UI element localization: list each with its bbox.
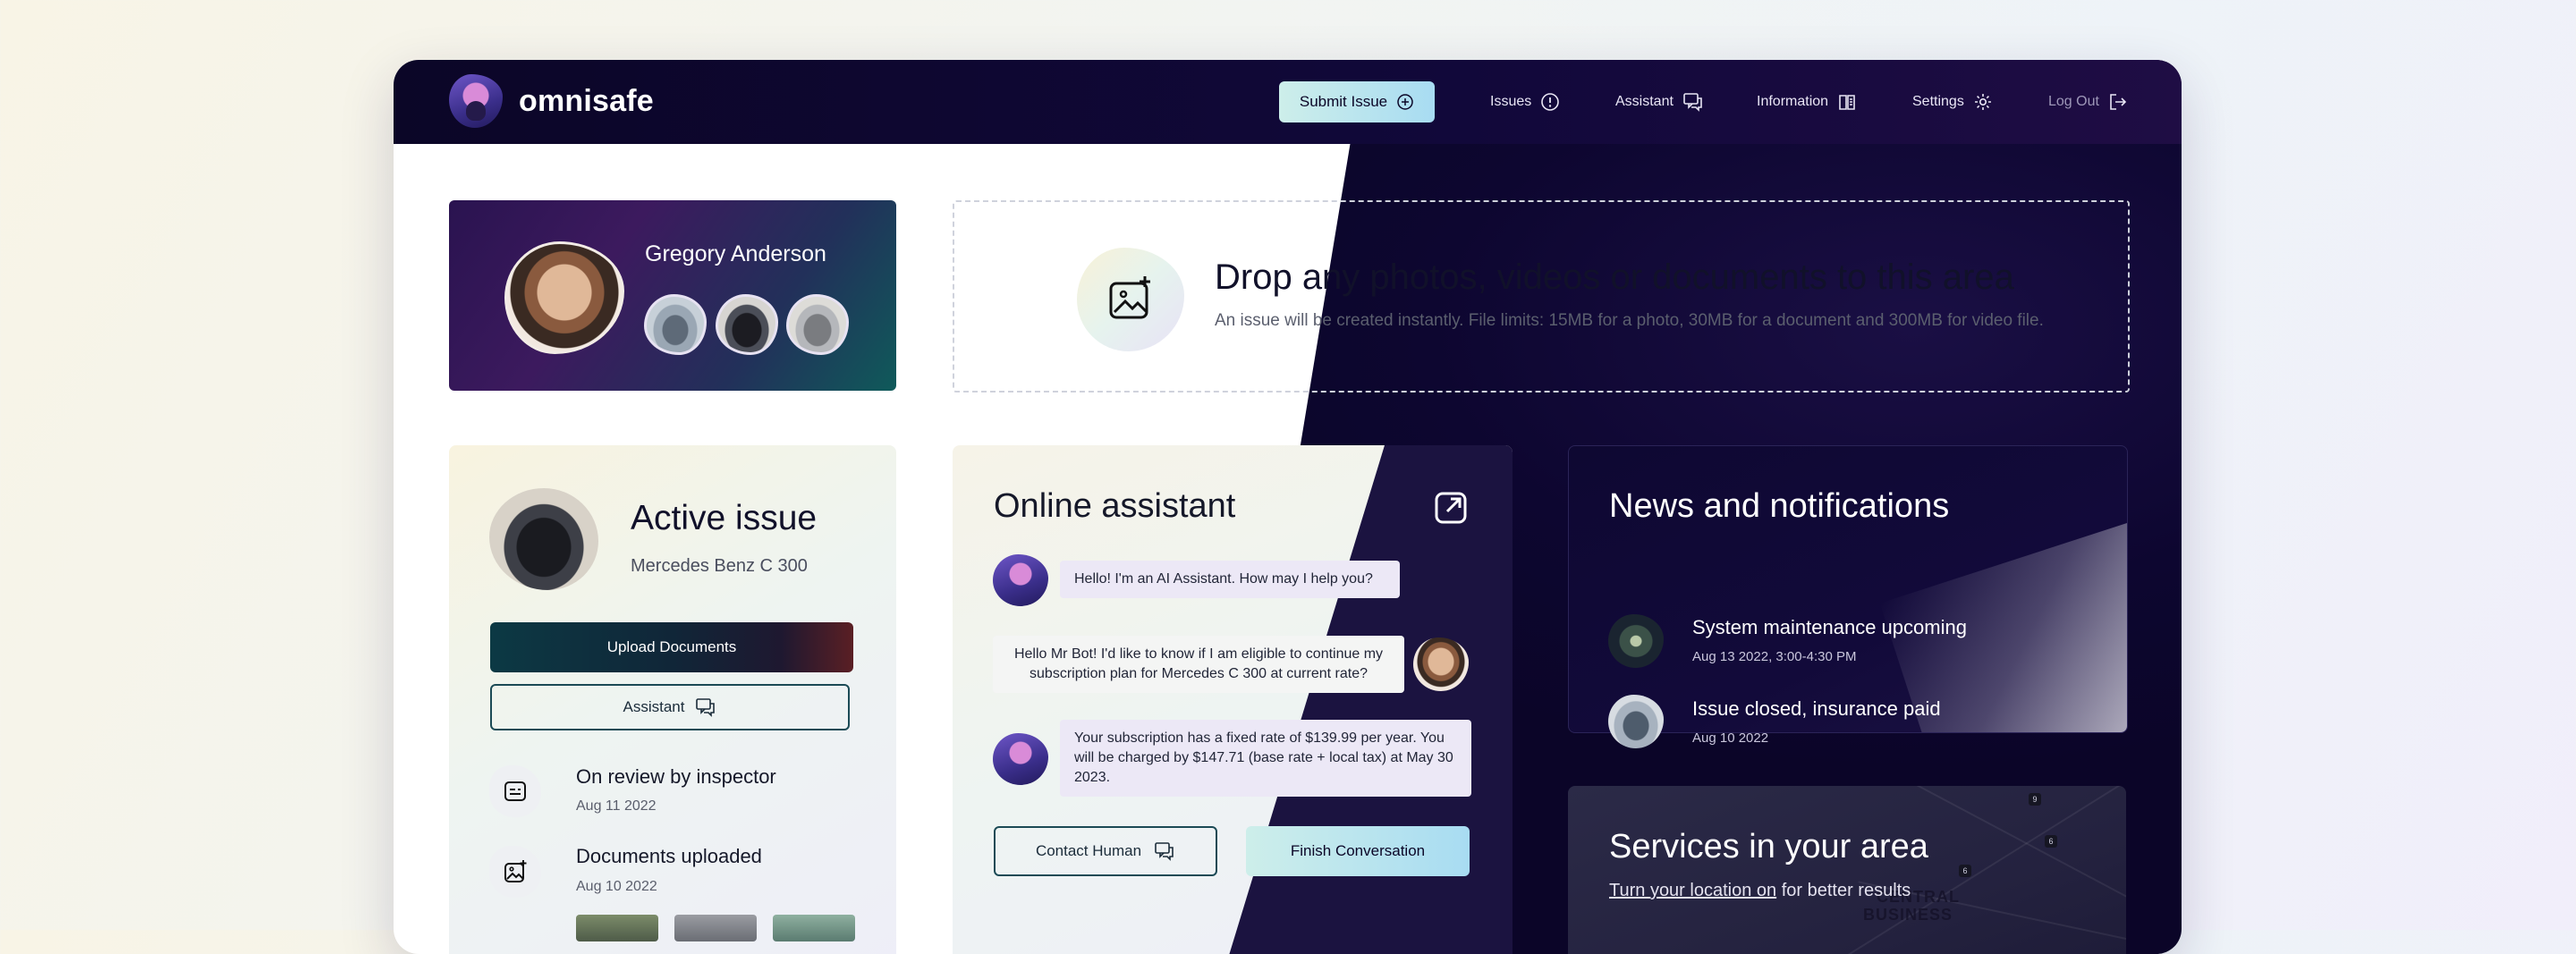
vehicle-thumbnail[interactable] bbox=[786, 294, 849, 355]
user-avatar bbox=[504, 241, 624, 354]
finish-conversation-button[interactable]: Finish Conversation bbox=[1246, 826, 1470, 876]
nav-item-assistant[interactable]: Assistant bbox=[1615, 81, 1704, 122]
services-card: 9 6 6 CENTRAL BUSINESS bbox=[1568, 786, 2126, 954]
nav-item-settings[interactable]: Settings bbox=[1912, 81, 1993, 122]
review-icon bbox=[489, 765, 541, 817]
nav-item-label: Assistant bbox=[1615, 94, 1674, 109]
open-assistant-button[interactable]: Assistant bbox=[490, 684, 850, 730]
file-drop-zone[interactable]: Drop any photos, videos or documents to … bbox=[953, 200, 2130, 393]
nav-item-logout[interactable]: Log Out bbox=[2048, 81, 2128, 122]
dropzone-title: Drop any photos, videos or documents to … bbox=[1215, 257, 2014, 297]
assistant-button-label: Assistant bbox=[623, 698, 685, 715]
gear-icon bbox=[1973, 92, 1993, 112]
submit-issue-button[interactable]: Submit Issue bbox=[1279, 81, 1435, 122]
news-item-title[interactable]: System maintenance upcoming bbox=[1692, 616, 1967, 639]
services-title: Services in your area bbox=[1609, 828, 1928, 865]
timeline-item-date: Aug 11 2022 bbox=[576, 798, 657, 814]
app-window: omnisafe Submit Issue Issues Assistant I… bbox=[394, 60, 2182, 954]
chat-message-bot: Your subscription has a fixed rate of $1… bbox=[1060, 720, 1471, 797]
nav-item-label: Settings bbox=[1912, 94, 1964, 109]
profile-card[interactable]: Gregory Anderson bbox=[449, 200, 896, 391]
dropzone-subtitle: An issue will be created instantly. File… bbox=[1215, 311, 2044, 330]
image-upload-icon bbox=[489, 846, 541, 898]
map-pin-icon: 6 bbox=[2045, 835, 2057, 848]
services-subtitle: Turn your location on for better results bbox=[1609, 881, 1911, 901]
vehicle-thumbnail[interactable] bbox=[716, 294, 778, 355]
timeline-item-title: Documents uploaded bbox=[576, 845, 762, 867]
logout-icon bbox=[2108, 92, 2128, 112]
map-pin-icon: 9 bbox=[2029, 793, 2041, 806]
active-issue-title: Active issue bbox=[631, 499, 818, 537]
contact-human-button[interactable]: Contact Human bbox=[994, 826, 1217, 876]
timeline-item-title: On review by inspector bbox=[576, 765, 776, 788]
nav-item-label: Information bbox=[1757, 94, 1829, 109]
chat-message-bot: Hello! I'm an AI Assistant. How may I he… bbox=[1060, 561, 1400, 598]
chat-message-user: Hello Mr Bot! I'd like to know if I am e… bbox=[993, 636, 1404, 693]
profile-name: Gregory Anderson bbox=[645, 241, 826, 266]
chat-icon bbox=[1154, 841, 1175, 861]
alert-circle-icon bbox=[1540, 92, 1560, 112]
plus-circle-icon bbox=[1396, 93, 1414, 111]
nav-item-label: Log Out bbox=[2048, 94, 2099, 109]
book-icon bbox=[1837, 92, 1857, 112]
document-thumbnail[interactable] bbox=[576, 915, 658, 941]
nav-item-label: Issues bbox=[1490, 94, 1532, 109]
submit-issue-label: Submit Issue bbox=[1299, 93, 1388, 110]
chat-icon bbox=[1682, 92, 1704, 112]
map-pin-icon: 6 bbox=[1959, 865, 1971, 877]
news-item-date: Aug 13 2022, 3:00-4:30 PM bbox=[1692, 649, 1857, 664]
nav-item-information[interactable]: Information bbox=[1757, 81, 1857, 122]
turn-location-on-link[interactable]: Turn your location on bbox=[1609, 881, 1776, 900]
top-navigation-bar: omnisafe Submit Issue Issues Assistant I… bbox=[394, 60, 2182, 144]
assistant-title: Online assistant bbox=[994, 487, 1236, 525]
upload-documents-button[interactable]: Upload Documents bbox=[490, 622, 853, 672]
services-suffix: for better results bbox=[1776, 881, 1911, 900]
contact-human-label: Contact Human bbox=[1035, 842, 1142, 859]
map-label: BUSINESS bbox=[1863, 906, 1953, 924]
document-thumbnail[interactable] bbox=[674, 915, 757, 941]
document-thumbnail[interactable] bbox=[773, 915, 855, 941]
external-link-icon[interactable] bbox=[1433, 490, 1469, 530]
image-upload-icon bbox=[1077, 248, 1184, 351]
timeline-item-date: Aug 10 2022 bbox=[576, 879, 657, 894]
active-issue-card: Active issue Mercedes Benz C 300 Upload … bbox=[449, 445, 896, 954]
vehicle-image bbox=[489, 488, 598, 590]
vehicle-thumbnail[interactable] bbox=[644, 294, 707, 355]
news-item-title[interactable]: Issue closed, insurance paid bbox=[1692, 697, 1941, 721]
main-nav: Submit Issue Issues Assistant Informatio… bbox=[394, 81, 2182, 122]
active-issue-vehicle: Mercedes Benz C 300 bbox=[631, 556, 808, 576]
nav-item-issues[interactable]: Issues bbox=[1490, 81, 1560, 122]
news-item-date: Aug 10 2022 bbox=[1692, 730, 1769, 746]
chat-icon bbox=[695, 697, 716, 717]
news-title: News and notifications bbox=[1609, 487, 1950, 525]
